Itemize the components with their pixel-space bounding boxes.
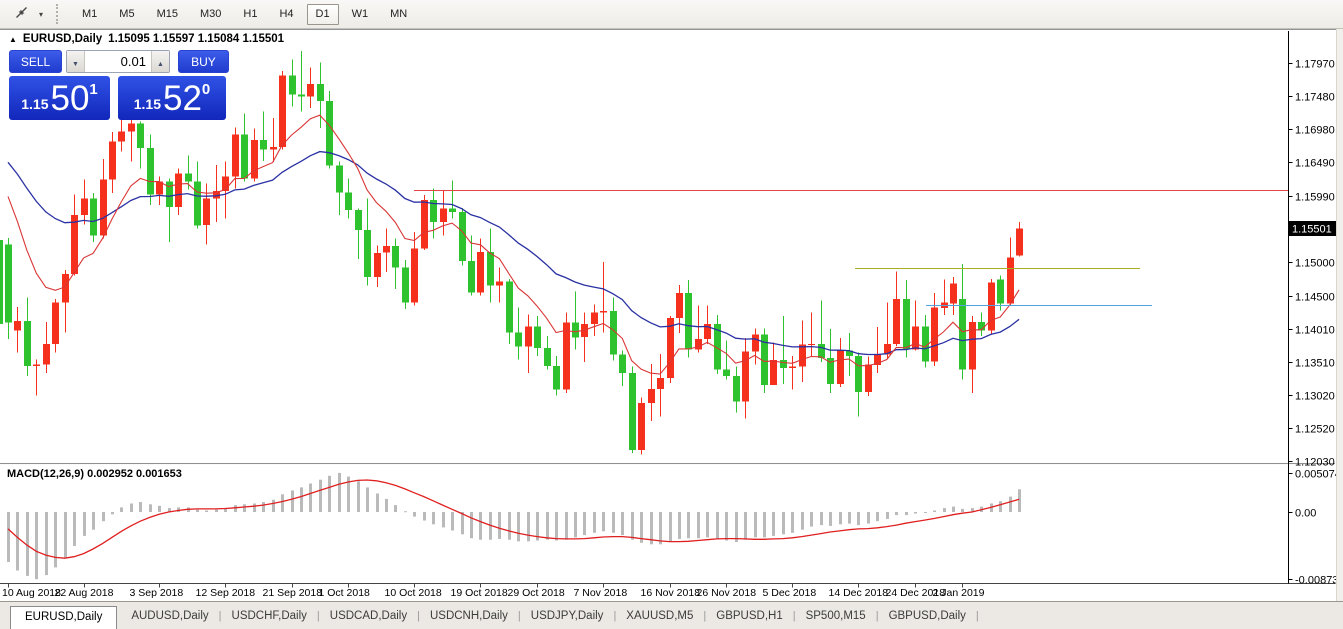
date-tick-label: 1 Oct 2018 xyxy=(319,587,371,599)
price-tick-label: 1.15000 xyxy=(1295,258,1335,270)
chart-region[interactable]: 1.179701.174801.169801.164901.159901.150… xyxy=(0,29,1343,601)
macd-indicator-label: MACD(12,26,9) 0.002952 0.001653 xyxy=(7,468,182,480)
price-tick-label: 1.13020 xyxy=(1295,391,1335,403)
date-tick-label: 3 Sep 2018 xyxy=(130,587,184,599)
tab-usdjpy-daily[interactable]: USDJPY,Daily xyxy=(521,606,614,629)
price-tick-label: 1.12520 xyxy=(1295,424,1335,436)
macd-layer xyxy=(7,473,1021,579)
sell-price-sup: 1 xyxy=(89,81,97,98)
tab-usdcad-daily[interactable]: USDCAD,Daily xyxy=(320,606,417,629)
chevron-down-icon: ▼ xyxy=(72,61,79,68)
date-tick-label: 7 Nov 2018 xyxy=(574,587,628,599)
timeframe-mn[interactable]: MN xyxy=(381,4,416,25)
buy-price-big: 52 xyxy=(163,82,202,115)
date-tick-label: 5 Dec 2018 xyxy=(763,587,817,599)
price-tick-label: 1.15990 xyxy=(1295,192,1335,204)
tab-usdchf-daily[interactable]: USDCHF,Daily xyxy=(222,606,317,629)
date-tick-label: 19 Oct 2018 xyxy=(451,587,508,599)
date-tick-label: 10 Oct 2018 xyxy=(385,587,442,599)
timeframe-m15[interactable]: M15 xyxy=(148,4,187,25)
current-price-badge-label: 1.15501 xyxy=(1292,224,1332,236)
chart-title: ▲ EURUSD,Daily 1.15095 1.15597 1.15084 1… xyxy=(9,33,284,45)
window-right-border xyxy=(1336,29,1343,601)
volume-stepper: ▼ 0.01 ▲ xyxy=(66,50,170,73)
sell-price-big: 50 xyxy=(50,82,89,115)
tab-usdcnh-daily[interactable]: USDCNH,Daily xyxy=(420,606,518,629)
buy-button[interactable]: BUY xyxy=(178,50,229,73)
date-tick-label: 14 Dec 2018 xyxy=(829,587,889,599)
macd-tick-label: 0.005074 xyxy=(1295,469,1341,481)
timeframe-w1[interactable]: W1 xyxy=(343,4,378,25)
timeframe-h1[interactable]: H1 xyxy=(234,4,266,25)
date-tick-label: 29 Oct 2018 xyxy=(508,587,565,599)
toolbar-dropdown-caret[interactable]: ▾ xyxy=(34,3,48,25)
chart-shift-icon xyxy=(14,5,29,23)
price-tick-label: 1.14500 xyxy=(1295,292,1335,304)
sell-button[interactable]: SELL xyxy=(9,50,62,73)
collapse-panel-icon[interactable]: ▲ xyxy=(9,35,17,44)
toolbar-grip[interactable] xyxy=(56,4,61,24)
price-tick-label: 1.13510 xyxy=(1295,358,1335,370)
moving-averages-layer xyxy=(8,115,1019,374)
volume-increase-button[interactable]: ▲ xyxy=(151,51,169,72)
date-tick-label: 21 Sep 2018 xyxy=(263,587,323,599)
sell-price-tile[interactable]: 1.15501 xyxy=(9,76,110,120)
price-tick-label: 1.16980 xyxy=(1295,125,1335,137)
tab-audusd-daily[interactable]: AUDUSD,Daily xyxy=(121,606,218,629)
buy-price-sup: 0 xyxy=(202,81,210,98)
mt4-window: ▾ M1M5M15M30H1H4D1W1MN 1.179701.174801.1… xyxy=(0,0,1343,629)
date-tick-label: 26 Nov 2018 xyxy=(697,587,757,599)
tab-gbpusd-daily[interactable]: GBPUSD,Daily xyxy=(879,606,976,629)
price-tick-label: 1.16490 xyxy=(1295,158,1335,170)
price-tick-label: 1.12030 xyxy=(1295,457,1335,469)
chart-tab-bar: EURUSD,DailyAUDUSD,Daily|USDCHF,Daily|US… xyxy=(0,601,1343,629)
date-tick-label: 2 Jan 2019 xyxy=(933,587,985,599)
tab-gbpusd-h1[interactable]: GBPUSD,H1 xyxy=(706,606,792,629)
tab-separator: | xyxy=(976,610,979,629)
trade-panel-prices: 1.15501 1.15520 xyxy=(9,76,229,120)
trade-panel: SELL ▼ 0.01 ▲ BUY 1.15501 1.15520 xyxy=(9,50,229,120)
tab-eurusd-daily-active[interactable]: EURUSD,Daily xyxy=(10,606,117,629)
volume-decrease-button[interactable]: ▼ xyxy=(67,51,85,72)
timeframe-button-group: M1M5M15M30H1H4D1W1MN xyxy=(71,4,418,25)
chart-shift-icon-button[interactable] xyxy=(8,3,34,25)
timeframe-m30[interactable]: M30 xyxy=(191,4,230,25)
macd-tick-label: 0.00 xyxy=(1295,508,1316,520)
timeframe-m1[interactable]: M1 xyxy=(73,4,106,25)
buy-price-tile[interactable]: 1.15520 xyxy=(118,76,226,120)
price-tick-label: 1.17480 xyxy=(1295,92,1335,104)
timeframe-m5[interactable]: M5 xyxy=(110,4,143,25)
horizontal-line-objects[interactable] xyxy=(414,191,1288,306)
date-tick-label: 16 Nov 2018 xyxy=(641,587,701,599)
price-tick-label: 1.14010 xyxy=(1295,325,1335,337)
buy-price-prefix: 1.15 xyxy=(134,96,161,112)
date-tick-label: 12 Sep 2018 xyxy=(196,587,256,599)
chevron-up-icon: ▲ xyxy=(157,61,164,68)
date-tick-label: 10 Aug 2018 xyxy=(2,587,61,599)
date-axis: 10 Aug 201822 Aug 2018 3 Sep 2018 12 Sep 2… xyxy=(2,584,985,600)
tab-xauusd-m5[interactable]: XAUUSD,M5 xyxy=(616,606,703,629)
trade-panel-controls: SELL ▼ 0.01 ▲ BUY xyxy=(9,50,229,73)
price-axis: 1.17970 1.17480 1.16980 1.16490 1.15990 1.150… xyxy=(1289,31,1341,587)
chart-symbol-label: EURUSD,Daily xyxy=(23,33,102,45)
toolbar: ▾ M1M5M15M30H1H4D1W1MN xyxy=(0,0,1343,29)
volume-value[interactable]: 0.01 xyxy=(85,51,151,72)
sell-price-prefix: 1.15 xyxy=(21,96,48,112)
tab-sp500-m15[interactable]: SP500,M15 xyxy=(796,606,876,629)
date-tick-label: 22 Aug 2018 xyxy=(55,587,114,599)
timeframe-h4[interactable]: H4 xyxy=(270,4,302,25)
price-tick-label: 1.17970 xyxy=(1295,59,1335,71)
macd-tick-label: -0.00873 xyxy=(1295,575,1338,587)
chart-ohlc-label: 1.15095 1.15597 1.15084 1.15501 xyxy=(108,33,284,45)
chevron-down-icon: ▾ xyxy=(39,10,43,19)
timeframe-d1[interactable]: D1 xyxy=(307,4,339,25)
